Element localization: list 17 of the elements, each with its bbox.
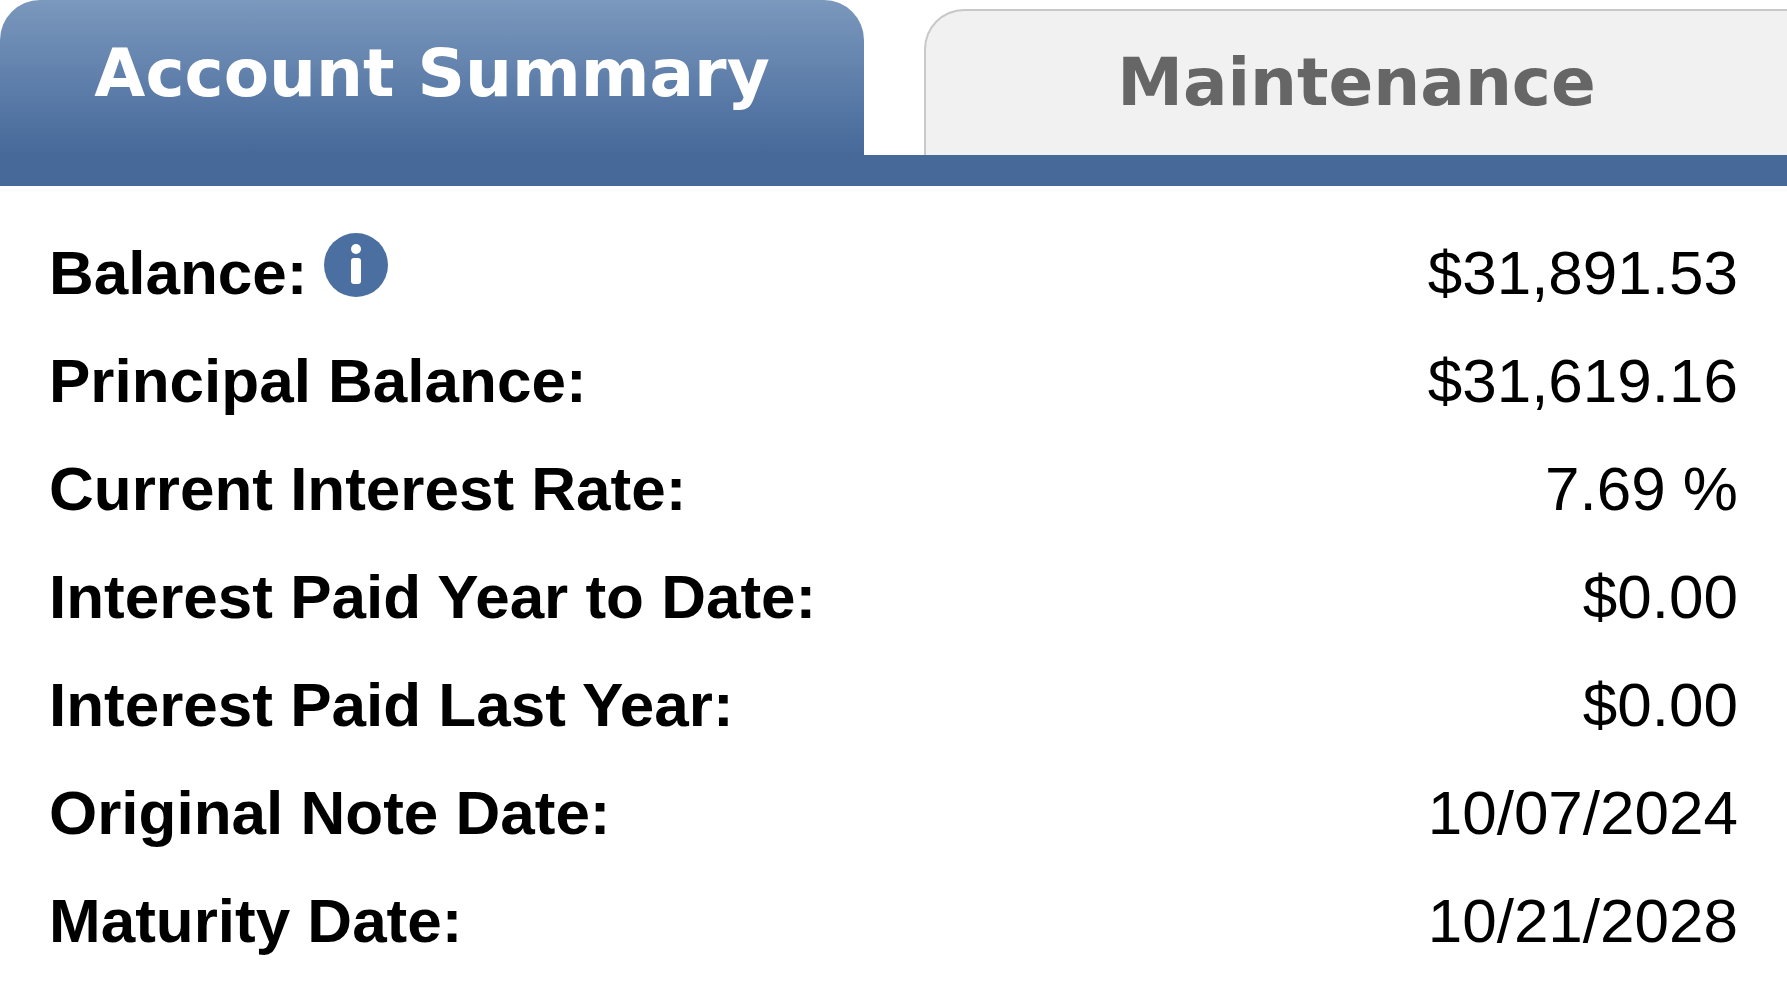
field-label: Maturity Date: <box>49 884 463 957</box>
field-value: $31,891.53 <box>1427 236 1738 309</box>
tab[interactable]: Maintenance <box>924 9 1787 155</box>
tab[interactable]: Account Summary <box>0 0 864 155</box>
field-value: 7.69 % <box>1544 452 1738 525</box>
field-label: Interest Paid Year to Date: <box>49 560 817 633</box>
field-label: Principal Balance: <box>49 344 587 417</box>
field-value: $31,619.16 <box>1427 344 1738 417</box>
field-label: Balance: <box>49 236 308 309</box>
info-icon[interactable] <box>323 232 390 298</box>
field-value: 10/21/2028 <box>1427 884 1738 957</box>
field-label: Original Note Date: <box>49 776 611 849</box>
field-value: $0.00 <box>1582 560 1738 633</box>
field-label: Current Interest Rate: <box>49 452 687 525</box>
field-value: 10/07/2024 <box>1427 776 1738 849</box>
field-value: $0.00 <box>1582 668 1738 741</box>
field-label: Interest Paid Last Year: <box>49 668 734 741</box>
